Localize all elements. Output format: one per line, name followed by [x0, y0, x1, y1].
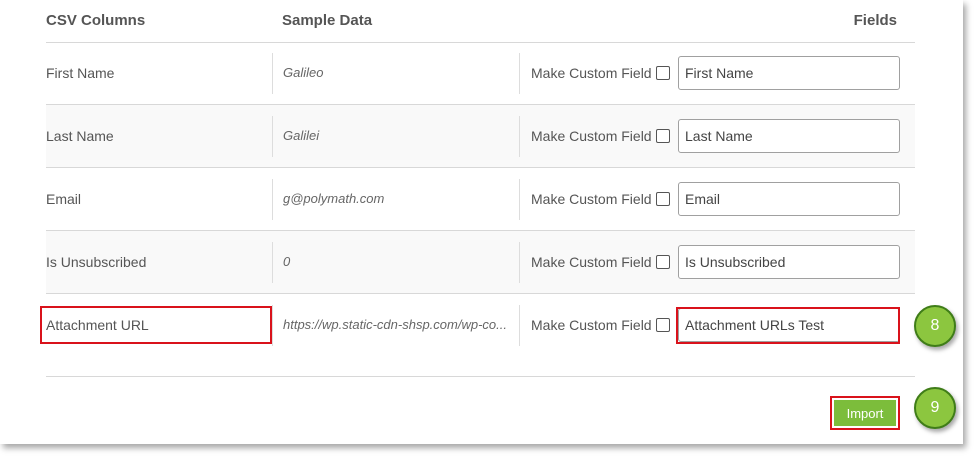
table-row: Last Name Galilei Make Custom Field [46, 105, 915, 168]
column-divider [272, 305, 273, 346]
csv-column-name: Email [46, 191, 82, 207]
highlight-box-csv-column [40, 306, 272, 344]
column-divider [519, 179, 520, 220]
column-divider [272, 53, 273, 94]
make-custom-field-label: Make Custom Field [531, 191, 652, 207]
column-divider [519, 305, 520, 346]
header-fields: Fields [853, 12, 897, 29]
make-custom-field-checkbox[interactable] [656, 129, 670, 143]
make-custom-field-label: Make Custom Field [531, 254, 652, 270]
sample-value: https://wp.static-cdn-shsp.com/wp-co... [283, 317, 507, 332]
field-mapping-input[interactable] [678, 245, 900, 279]
make-custom-field-label: Make Custom Field [531, 65, 652, 81]
header-sample-data: Sample Data [282, 12, 373, 29]
make-custom-field-label: Make Custom Field [531, 128, 652, 144]
make-custom-field-label: Make Custom Field [531, 317, 652, 333]
column-divider [519, 242, 520, 283]
make-custom-field-checkbox[interactable] [656, 192, 670, 206]
table-row: Is Unsubscribed 0 Make Custom Field [46, 231, 915, 294]
csv-mapping-panel: CSV Columns Sample Data Fields First Nam… [0, 0, 963, 444]
table-row: First Name Galileo Make Custom Field [46, 42, 915, 105]
table-row: Email g@polymath.com Make Custom Field [46, 168, 915, 231]
csv-column-name: First Name [46, 65, 115, 81]
highlight-box-import: Import [830, 396, 900, 430]
table-header: CSV Columns Sample Data Fields [46, 0, 915, 43]
field-mapping-input[interactable] [678, 119, 900, 153]
table-footer-divider [46, 376, 915, 377]
sample-value: g@polymath.com [283, 191, 385, 206]
step-badge-8: 8 [914, 305, 956, 347]
sample-value: Galileo [283, 65, 324, 80]
sample-value: 0 [283, 254, 291, 269]
column-divider [272, 116, 273, 157]
field-mapping-input[interactable] [678, 56, 900, 90]
header-csv-columns: CSV Columns [46, 12, 146, 29]
make-custom-field-checkbox[interactable] [656, 255, 670, 269]
column-divider [519, 53, 520, 94]
make-custom-field-checkbox[interactable] [656, 318, 670, 332]
column-divider [519, 116, 520, 157]
highlight-box-field [676, 307, 900, 344]
column-divider [272, 179, 273, 220]
import-button[interactable]: Import [834, 400, 896, 426]
step-badge-9: 9 [914, 387, 956, 429]
csv-column-name: Is Unsubscribed [46, 254, 147, 270]
sample-value: Galilei [283, 128, 320, 143]
column-divider [272, 242, 273, 283]
make-custom-field-checkbox[interactable] [656, 66, 670, 80]
field-mapping-input[interactable] [678, 182, 900, 216]
csv-column-name: Last Name [46, 128, 114, 144]
